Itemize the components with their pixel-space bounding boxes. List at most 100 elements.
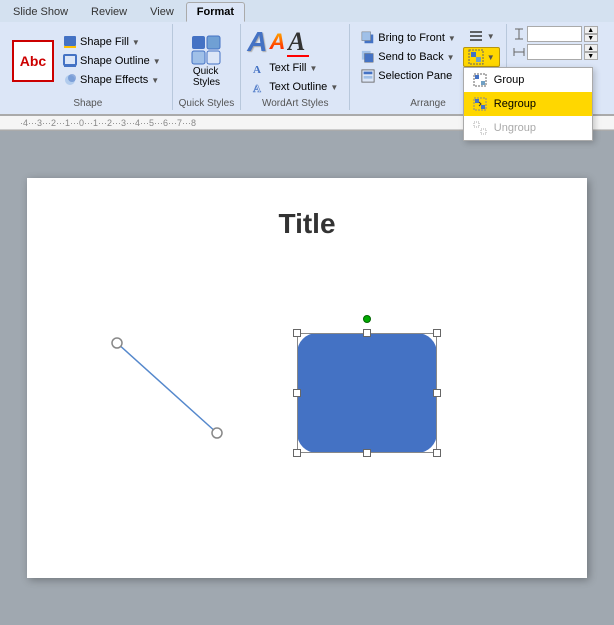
send-to-back-icon — [361, 50, 375, 64]
dropdown-item-group[interactable]: Group — [464, 68, 592, 92]
svg-text:A: A — [287, 27, 305, 56]
group-menu-icon — [472, 72, 488, 88]
line-shape[interactable] — [107, 333, 227, 443]
bring-to-front-icon — [361, 31, 375, 45]
handle-br[interactable] — [433, 449, 441, 457]
shape-effects-button[interactable]: Shape Effects ▼ — [58, 71, 166, 89]
regroup-menu-icon — [472, 96, 488, 112]
height-spin-down[interactable]: ▼ — [584, 34, 598, 42]
svg-text:A: A — [253, 83, 261, 94]
tab-slideshow[interactable]: Slide Show — [2, 2, 79, 22]
ribbon: Slide Show Review View Format Abc Shape … — [0, 0, 614, 131]
shape-preview: Abc — [12, 40, 54, 82]
align-button[interactable]: ▼ — [463, 26, 500, 46]
slide-title: Title — [278, 208, 335, 240]
handle-tr[interactable] — [433, 329, 441, 337]
selection-pane-label: Selection Pane — [378, 70, 452, 82]
shape-fill-button[interactable]: Shape Fill ▼ — [58, 33, 166, 51]
send-to-back-label: Send to Back — [378, 51, 443, 63]
handle-rotate[interactable] — [363, 315, 371, 323]
shape-outline-label: Shape Outline — [80, 55, 150, 67]
wordart-outline-icon: A — [252, 80, 266, 94]
handle-ml[interactable] — [293, 389, 301, 397]
fill-icon — [63, 35, 77, 49]
shape-effects-arrow: ▼ — [151, 76, 159, 85]
send-to-back-arrow: ▼ — [447, 53, 455, 62]
group-arrow: ▼ — [487, 53, 495, 62]
wordart-items: A A A A Text Fill ▼ A Text Outline ▼ — [247, 26, 343, 96]
bring-to-front-button[interactable]: Bring to Front ▼ — [356, 29, 461, 47]
width-input[interactable] — [527, 44, 582, 60]
effects-icon — [63, 73, 77, 87]
dropdown-item-ungroup: Ungroup — [464, 116, 592, 140]
arrange-row: Bring to Front ▼ Send to Back ▼ Selectio… — [356, 26, 499, 88]
outline-icon — [63, 54, 77, 68]
wordart-outline-label: Text Outline — [269, 81, 327, 93]
handle-tl[interactable] — [293, 329, 301, 337]
wordart-fill-arrow: ▼ — [310, 64, 318, 73]
selection-pane-icon — [361, 69, 375, 83]
shape-buttons: Shape Fill ▼ Shape Outline ▼ Shape Effec… — [58, 33, 166, 89]
width-spin-down[interactable]: ▼ — [584, 52, 598, 60]
group-arrange: Bring to Front ▼ Send to Back ▼ Selectio… — [350, 24, 506, 110]
wordart-fill-btn[interactable]: A Text Fill ▼ — [247, 59, 343, 77]
bring-to-front-arrow: ▼ — [448, 34, 456, 43]
regroup-menu-label: Regroup — [494, 98, 536, 110]
shape-effects-label: Shape Effects — [80, 74, 148, 86]
quick-styles-label: QuickStyles — [193, 66, 220, 88]
height-row: ▲ ▼ — [513, 26, 598, 42]
quick-styles-button[interactable]: QuickStyles — [179, 31, 235, 91]
arrange-col-left: Bring to Front ▼ Send to Back ▼ Selectio… — [356, 29, 461, 85]
group-shape-label: Shape — [73, 96, 102, 110]
handle-mr[interactable] — [433, 389, 441, 397]
width-icon — [513, 46, 525, 58]
group-icon — [468, 49, 484, 65]
tab-review[interactable]: Review — [80, 2, 138, 22]
rounded-rect-shape[interactable] — [297, 333, 437, 453]
handle-bc[interactable] — [363, 449, 371, 457]
send-to-back-button[interactable]: Send to Back ▼ — [356, 48, 461, 66]
tab-view[interactable]: View — [139, 2, 185, 22]
shape-preview-row: Abc Shape Fill ▼ Shape Outline ▼ — [10, 33, 166, 89]
handle-bl[interactable] — [293, 449, 301, 457]
ungroup-menu-label: Ungroup — [494, 122, 536, 134]
group-button[interactable]: ▼ — [463, 47, 500, 67]
align-icon — [468, 28, 484, 44]
bring-to-front-label: Bring to Front — [378, 32, 445, 44]
wordart-a-gradient: A — [269, 29, 285, 55]
height-input[interactable] — [527, 26, 582, 42]
dropdown-item-regroup[interactable]: Regroup — [464, 92, 592, 116]
wordart-outline-arrow: ▼ — [330, 83, 338, 92]
align-arrow: ▼ — [487, 32, 495, 41]
group-quickstyles: QuickStyles Quick Styles — [173, 24, 242, 110]
selection-border — [297, 333, 437, 453]
group-dropdown-menu: Group Regroup — [463, 67, 593, 141]
ribbon-content: Abc Shape Fill ▼ Shape Outline ▼ — [0, 22, 614, 116]
width-spin-up[interactable]: ▲ — [584, 44, 598, 52]
width-row: ▲ ▼ — [513, 44, 598, 60]
handle-tc[interactable] — [363, 329, 371, 337]
wordart-fill-icon: A — [252, 61, 266, 75]
selection-pane-button[interactable]: Selection Pane — [356, 67, 461, 85]
svg-text:A: A — [253, 64, 261, 75]
wordart-a-blue: A — [247, 28, 267, 56]
slide-area: Title — [0, 131, 614, 625]
height-spin-up[interactable]: ▲ — [584, 26, 598, 34]
shape-outline-button[interactable]: Shape Outline ▼ — [58, 52, 166, 70]
ruler-mark: ·4···3···2···1···0···1···2···3···4···5··… — [20, 118, 196, 128]
shape-items: Abc Shape Fill ▼ Shape Outline ▼ — [10, 26, 166, 96]
quick-styles-icon — [190, 34, 222, 66]
arrange-col-right: ▼ ▼ — [463, 26, 500, 88]
tab-format[interactable]: Format — [186, 2, 245, 22]
wordart-section: A A A — [247, 26, 343, 58]
group-arrange-label: Arrange — [410, 96, 446, 110]
ungroup-menu-icon — [472, 120, 488, 136]
shape-outline-arrow: ▼ — [153, 57, 161, 66]
group-quickstyles-label: Quick Styles — [179, 96, 235, 110]
tab-bar: Slide Show Review View Format — [0, 0, 614, 22]
group-wordart: A A A A Text Fill ▼ A Text Outline ▼ — [241, 24, 350, 110]
wordart-outline-btn[interactable]: A Text Outline ▼ — [247, 78, 343, 96]
quickstyles-items: QuickStyles — [179, 26, 235, 96]
shape-fill-label: Shape Fill — [80, 36, 129, 48]
wordart-underline-icon: A — [287, 26, 309, 58]
